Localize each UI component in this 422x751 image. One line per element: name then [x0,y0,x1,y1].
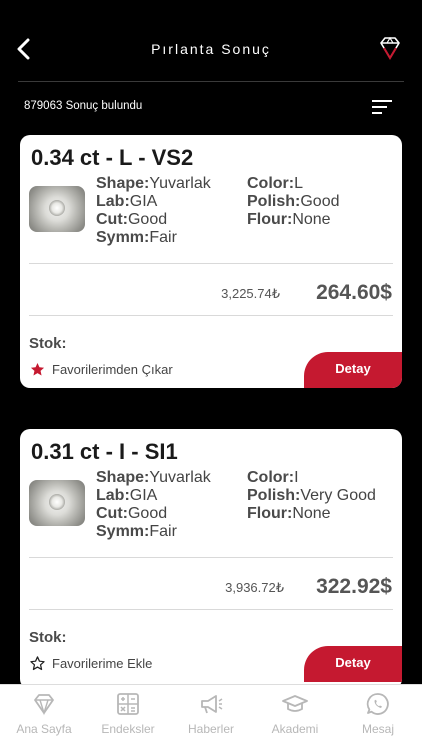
spec-polish: Polish:Good [247,193,340,210]
stock-label: Stok: [29,629,67,646]
page-title: Pırlanta Sonuç [151,41,271,57]
spec-symm: Symm:Fair [96,229,177,246]
favorite-text: Favorilerimden Çıkar [52,362,173,377]
spec-color: Color:L [247,175,304,192]
price-usd: 264.60$ [316,281,392,304]
card-title: 0.34 ct - L - VS2 [31,145,194,170]
whatsapp-icon [366,693,389,715]
spec-shape: Shape:Yuvarlak [96,469,211,486]
spec-lab: Lab:GIA [96,487,158,504]
tab-akademi[interactable]: Akademi [253,685,337,751]
diamond-card[interactable]: 0.34 ct - L - VS2 Shape:Yuvarlak Lab:GIA… [20,135,402,388]
star-filled-icon [30,362,45,376]
bottom-tab-bar: Ana Sayfa Endeksler Haberler Akademi Mes… [0,684,422,751]
spec-lab: Lab:GIA [96,193,158,210]
favorite-toggle[interactable]: Favorilerimden Çıkar [30,362,173,377]
spec-polish: Polish:Very Good [247,487,376,504]
diamond-icon [34,694,54,716]
spec-cut: Cut:Good [96,211,168,228]
divider [29,263,393,264]
diamond-thumbnail [29,186,85,232]
spec-shape: Shape:Yuvarlak [96,175,211,192]
tab-haberler[interactable]: Haberler [169,685,253,751]
star-outline-icon [30,656,45,671]
tab-endeksler[interactable]: Endeksler [86,685,170,751]
price-try: 3,225.74₺ [221,286,280,301]
spec-flour: Flour:None [247,505,331,522]
divider [29,557,393,558]
result-count: 879063 Sonuç bulundu [24,100,143,112]
price-try: 3,936.72₺ [225,580,284,595]
spec-color: Color:I [247,469,299,486]
calculator-icon [117,693,139,715]
megaphone-icon [201,695,223,714]
graduation-cap-icon [282,695,308,712]
divider [29,315,393,316]
tab-mesaj[interactable]: Mesaj [336,685,420,751]
sort-filter-icon[interactable] [372,98,394,116]
spec-cut: Cut:Good [96,505,168,522]
header: Pırlanta Sonuç [0,0,422,82]
price-usd: 322.92$ [316,575,392,598]
diamond-thumbnail [29,480,85,526]
card-title: 0.31 ct - I - SI1 [31,439,178,464]
stock-label: Stok: [29,335,67,352]
diamond-logo-icon [380,36,400,60]
detail-button[interactable]: Detay [304,646,402,682]
favorite-toggle[interactable]: Favorilerime Ekle [30,656,152,671]
tab-ana-sayfa[interactable]: Ana Sayfa [2,685,86,751]
diamond-card[interactable]: 0.31 ct - I - SI1 Shape:Yuvarlak Lab:GIA… [20,429,402,689]
spec-flour: Flour:None [247,211,331,228]
detail-button[interactable]: Detay [304,352,402,388]
header-divider [18,81,404,82]
spec-symm: Symm:Fair [96,523,177,540]
favorite-text: Favorilerime Ekle [52,656,153,671]
divider [29,609,393,610]
